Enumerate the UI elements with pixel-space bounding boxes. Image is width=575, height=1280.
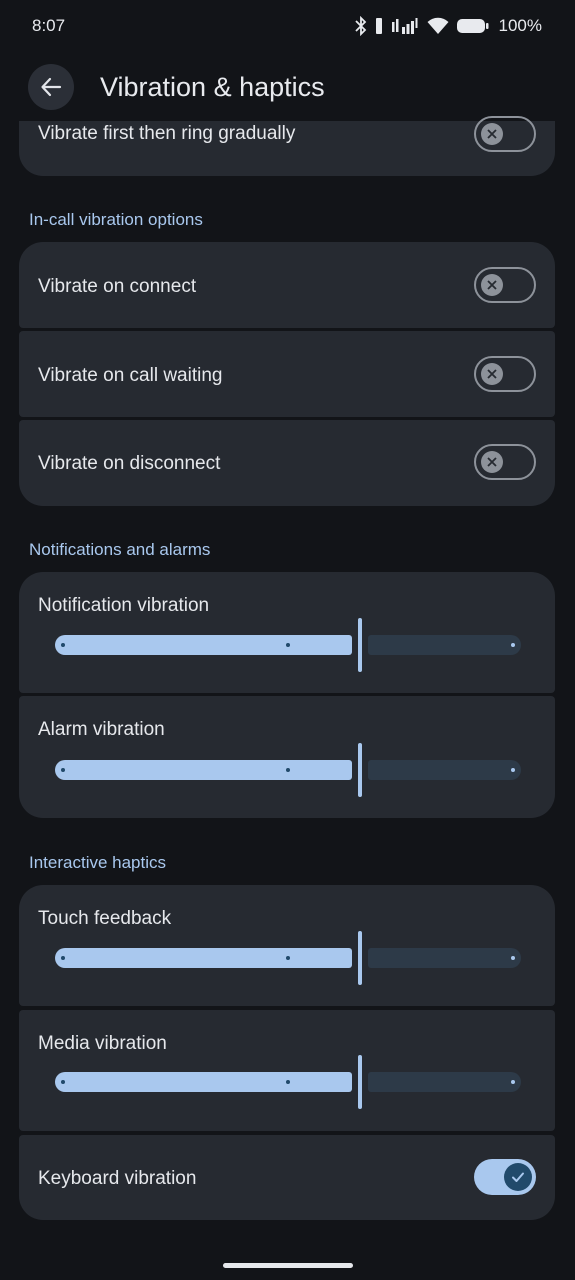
vibrate-on-disconnect-row[interactable]: Vibrate on disconnect (19, 420, 555, 506)
slider-inactive-track (368, 1072, 521, 1092)
app-bar: Vibration & haptics (0, 58, 575, 120)
alarm-vibration-row: Alarm vibration (19, 696, 555, 818)
slider-active-track (55, 948, 352, 968)
touch-feedback-label: Touch feedback (38, 908, 172, 929)
slider-tick (511, 643, 515, 647)
vibrate-first-toggle[interactable] (474, 116, 536, 152)
status-time: 8:07 (32, 16, 66, 35)
vibrate-on-connect-toggle[interactable] (474, 267, 536, 303)
signal-icon (391, 18, 418, 34)
toggle-knob (481, 451, 503, 473)
slider-tick (286, 768, 290, 772)
slider-tick (286, 643, 290, 647)
vibrate-on-call-waiting-toggle[interactable] (474, 356, 536, 392)
slider-handle[interactable] (358, 743, 362, 797)
notification-vibration-label: Notification vibration (38, 595, 210, 616)
battery-percent: 100% (498, 16, 542, 35)
slider-tick (286, 1080, 290, 1084)
home-indicator[interactable] (223, 1263, 353, 1268)
slider-active-track (55, 1072, 352, 1092)
vibrate-on-connect-row[interactable]: Vibrate on connect (19, 242, 555, 328)
keyboard-vibration-toggle[interactable] (474, 1159, 536, 1195)
vibrate-first-row[interactable]: Vibrate first then ring gradually (19, 116, 555, 176)
close-icon (487, 129, 497, 139)
media-vibration-label: Media vibration (38, 1033, 167, 1054)
close-icon (487, 457, 497, 467)
media-vibration-slider[interactable] (55, 1055, 521, 1109)
slider-tick (61, 643, 65, 647)
vibrate-icon (375, 18, 382, 34)
slider-tick (511, 1080, 515, 1084)
notification-vibration-row: Notification vibration (19, 572, 555, 693)
slider-handle[interactable] (358, 1055, 362, 1109)
status-bar: 8:07 100% (0, 0, 575, 52)
slider-inactive-track (368, 635, 521, 655)
vibrate-on-connect-label: Vibrate on connect (38, 276, 197, 297)
vibrate-on-disconnect-label: Vibrate on disconnect (38, 453, 221, 474)
slider-handle[interactable] (358, 931, 362, 985)
toggle-knob (481, 123, 503, 145)
bluetooth-icon (354, 16, 366, 36)
vibrate-on-call-waiting-label: Vibrate on call waiting (38, 365, 223, 386)
wifi-icon (427, 17, 449, 34)
slider-handle[interactable] (358, 618, 362, 672)
notification-vibration-slider[interactable] (55, 618, 521, 672)
keyboard-vibration-label: Keyboard vibration (38, 1168, 197, 1189)
keyboard-vibration-row[interactable]: Keyboard vibration (19, 1135, 555, 1220)
slider-tick (61, 1080, 65, 1084)
slider-tick (61, 956, 65, 960)
toggle-knob (481, 363, 503, 385)
alarm-vibration-label: Alarm vibration (38, 719, 165, 740)
slider-inactive-track (368, 760, 521, 780)
touch-feedback-row: Touch feedback (19, 885, 555, 1006)
media-vibration-row: Media vibration (19, 1010, 555, 1131)
battery-icon (456, 19, 489, 33)
slider-tick (511, 956, 515, 960)
back-button[interactable] (28, 64, 74, 110)
status-icons: 100% (354, 14, 542, 38)
close-icon (487, 280, 497, 290)
vibrate-on-call-waiting-row[interactable]: Vibrate on call waiting (19, 331, 555, 417)
slider-active-track (55, 635, 352, 655)
slider-inactive-track (368, 948, 521, 968)
slider-tick (511, 768, 515, 772)
vibrate-on-disconnect-toggle[interactable] (474, 444, 536, 480)
page-title: Vibration & haptics (100, 72, 325, 102)
touch-feedback-slider[interactable] (55, 931, 521, 985)
check-icon (512, 1172, 524, 1182)
section-header-interactive-haptics: Interactive haptics (29, 853, 167, 872)
slider-tick (286, 956, 290, 960)
slider-active-track (55, 760, 352, 780)
section-header-notifications: Notifications and alarms (29, 540, 211, 559)
toggle-knob (504, 1163, 532, 1191)
section-header-in-call: In-call vibration options (29, 210, 203, 229)
alarm-vibration-slider[interactable] (55, 743, 521, 797)
toggle-knob (481, 274, 503, 296)
arrow-back-icon (41, 77, 62, 97)
vibrate-first-label: Vibrate first then ring gradually (38, 123, 296, 144)
slider-tick (61, 768, 65, 772)
close-icon (487, 369, 497, 379)
